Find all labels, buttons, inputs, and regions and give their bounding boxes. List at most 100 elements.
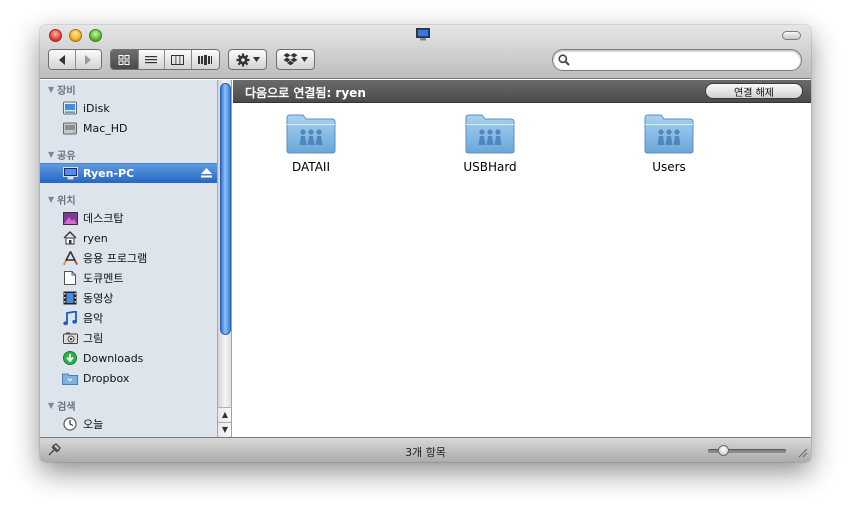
sidebar-item-music[interactable]: 음악 bbox=[40, 308, 218, 328]
computer-icon bbox=[416, 28, 430, 41]
sidebar-header-label: 장비 bbox=[57, 85, 76, 97]
sidebar-item-label: Dropbox bbox=[83, 371, 130, 385]
sidebar-header-search[interactable]: ▼ 검색 bbox=[48, 398, 76, 413]
folder-name: USBHard bbox=[463, 160, 517, 174]
gear-icon bbox=[236, 53, 249, 66]
sidebar-header-label: 위치 bbox=[57, 195, 76, 207]
sidebar-item-documents[interactable]: 도큐멘트 bbox=[40, 268, 218, 288]
sidebar-header-label: 공유 bbox=[57, 150, 76, 162]
folder-name: DATAII bbox=[292, 160, 330, 174]
connection-bar: 다음으로 연결됨: ryen 연결 해제 bbox=[233, 80, 811, 103]
sidebar-item-movies[interactable]: 동영상 bbox=[40, 288, 218, 308]
sidebar-item-desktop[interactable]: 데스크탑 bbox=[40, 208, 218, 228]
toolbar-toggle-button[interactable] bbox=[782, 31, 801, 40]
back-button[interactable] bbox=[49, 50, 76, 69]
search-input[interactable] bbox=[573, 52, 795, 68]
sidebar-item-label: 음악 bbox=[83, 312, 104, 325]
sidebar-item-label: ryen bbox=[83, 231, 108, 245]
folder-item-users[interactable]: Users bbox=[609, 114, 729, 174]
sidebar-item-downloads[interactable]: Downloads bbox=[40, 348, 218, 368]
chevron-left-icon bbox=[58, 54, 65, 65]
sidebar-item-label: 응용 프로그램 bbox=[83, 252, 148, 265]
eject-icon[interactable] bbox=[201, 168, 212, 178]
connection-label: 다음으로 연결됨: ryen bbox=[245, 86, 366, 100]
sidebar-item-mac-hd[interactable]: Mac_HD bbox=[40, 118, 218, 138]
sidebar-item-label: 동영상 bbox=[83, 292, 114, 305]
sidebar-header-places[interactable]: ▼ 위치 bbox=[48, 192, 76, 207]
sidebar-item-label: iDisk bbox=[83, 101, 110, 115]
sidebar-item-home[interactable]: ryen bbox=[40, 228, 218, 248]
computer-icon bbox=[62, 166, 78, 182]
dropbox-folder-icon bbox=[62, 370, 78, 386]
dropbox-menu-button[interactable] bbox=[276, 49, 315, 70]
list-view-icon bbox=[145, 55, 158, 63]
disclosure-triangle-icon: ▼ bbox=[48, 400, 55, 410]
sidebar-item-dropbox[interactable]: Dropbox bbox=[40, 368, 218, 388]
action-menu-button[interactable] bbox=[228, 49, 267, 70]
pictures-icon bbox=[62, 330, 78, 346]
icon-size-slider[interactable] bbox=[708, 445, 786, 456]
list-view-button[interactable] bbox=[138, 50, 166, 69]
download-icon bbox=[62, 350, 78, 366]
forward-button[interactable] bbox=[75, 50, 101, 69]
folder-item-dataii[interactable]: DATAII bbox=[251, 114, 371, 174]
disclosure-triangle-icon: ▼ bbox=[48, 149, 55, 159]
sidebar-item-pictures[interactable]: 그림 bbox=[40, 328, 218, 348]
column-view-button[interactable] bbox=[165, 50, 192, 69]
sidebar-item-label: Mac_HD bbox=[83, 121, 128, 135]
item-count: 3개 항목 bbox=[405, 446, 446, 459]
disconnect-button[interactable]: 연결 해제 bbox=[705, 83, 803, 99]
navigation-segment bbox=[48, 49, 102, 70]
close-window-button[interactable] bbox=[49, 29, 62, 42]
zoom-window-button[interactable] bbox=[89, 29, 102, 42]
sidebar-header-shared[interactable]: ▼ 공유 bbox=[48, 147, 76, 162]
resize-grip-icon[interactable] bbox=[797, 447, 808, 458]
scrollbar-thumb[interactable] bbox=[220, 83, 231, 335]
music-icon bbox=[62, 310, 78, 326]
search-field[interactable] bbox=[552, 49, 802, 71]
sidebar-item-label: 그림 bbox=[83, 332, 104, 345]
sidebar-item-label: 도큐멘트 bbox=[83, 272, 124, 285]
icon-view-button[interactable] bbox=[111, 50, 139, 69]
sidebar-item-applications[interactable]: 응용 프로그램 bbox=[40, 248, 218, 268]
column-view-icon bbox=[171, 54, 185, 65]
disclosure-triangle-icon: ▼ bbox=[48, 84, 55, 94]
sidebar-item-label: Downloads bbox=[83, 351, 144, 365]
search-icon bbox=[558, 54, 570, 66]
toolbar bbox=[40, 25, 811, 79]
dropdown-arrow-icon bbox=[252, 57, 260, 62]
applications-icon bbox=[62, 250, 78, 266]
movies-icon bbox=[62, 290, 78, 306]
sidebar-header-devices[interactable]: ▼ 장비 bbox=[48, 82, 76, 97]
sidebar-item-label: Ryen-PC bbox=[83, 167, 135, 180]
folder-name: Users bbox=[652, 160, 686, 174]
icon-view-icon bbox=[118, 54, 130, 65]
sidebar-item-label: 데스크탑 bbox=[83, 212, 124, 225]
folder-item-usbhard[interactable]: USBHard bbox=[430, 114, 550, 174]
scroll-up-button[interactable]: ▲ bbox=[218, 407, 231, 421]
coverflow-view-button[interactable] bbox=[191, 50, 219, 69]
minimize-window-button[interactable] bbox=[69, 29, 82, 42]
document-icon bbox=[62, 270, 78, 286]
view-mode-segment bbox=[110, 49, 220, 70]
sidebar-item-today[interactable]: 오늘 bbox=[40, 414, 218, 434]
coverflow-view-icon bbox=[198, 54, 213, 65]
shared-folder-icon bbox=[465, 114, 515, 154]
sidebar-item-ryen-pc[interactable]: Ryen-PC bbox=[40, 163, 218, 183]
clock-icon bbox=[62, 416, 78, 432]
shared-folder-icon bbox=[644, 114, 694, 154]
scroll-down-button[interactable]: ▼ bbox=[218, 422, 231, 436]
sidebar-header-label: 검색 bbox=[57, 401, 76, 413]
chevron-right-icon bbox=[85, 54, 92, 65]
sidebar-scrollbar[interactable]: ▲ ▼ bbox=[217, 80, 231, 437]
idisk-icon bbox=[62, 100, 78, 116]
slider-knob[interactable] bbox=[718, 445, 729, 456]
sidebar-item-label: 오늘 bbox=[83, 418, 104, 431]
arrow-down-icon: ▼ bbox=[221, 425, 229, 434]
dropbox-icon bbox=[283, 53, 298, 66]
sidebar-item-idisk[interactable]: iDisk bbox=[40, 98, 218, 118]
shared-folder-icon bbox=[286, 114, 336, 154]
sidebar: ▼ 장비 iDisk Mac_HD ▼ 공유 Ryen-PC ▼ 위치 데스크탑… bbox=[40, 80, 232, 437]
arrow-up-icon: ▲ bbox=[221, 410, 229, 419]
finder-window: ▼ 장비 iDisk Mac_HD ▼ 공유 Ryen-PC ▼ 위치 데스크탑… bbox=[40, 25, 811, 462]
